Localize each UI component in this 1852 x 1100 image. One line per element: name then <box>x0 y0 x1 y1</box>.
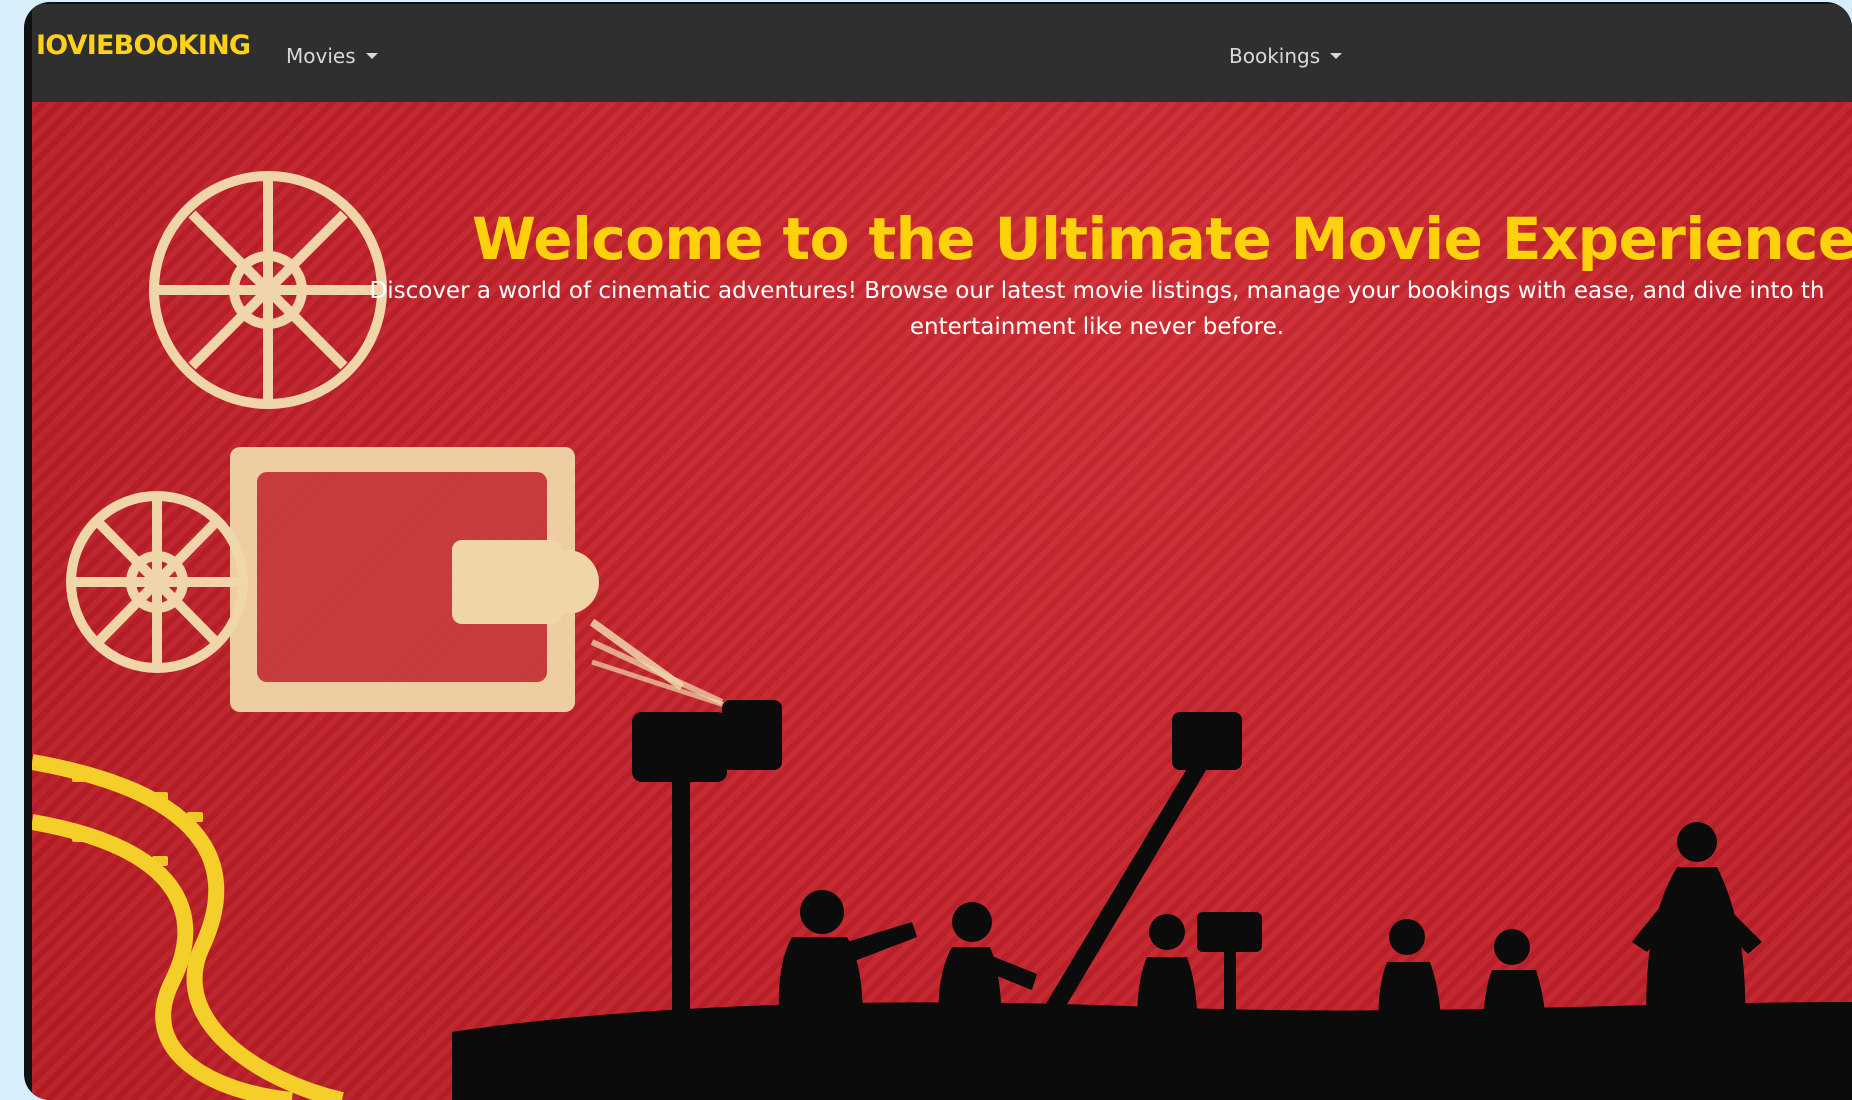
hero-subtitle: Discover a world of cinematic adventures… <box>322 273 1852 345</box>
navbar: IOVIEBOOKING Movies Bookings <box>32 4 1852 102</box>
nav-bookings-dropdown[interactable]: Bookings <box>1229 44 1343 68</box>
hero-title: Welcome to the Ultimate Movie Experience… <box>472 204 1852 273</box>
browser-frame: IOVIEBOOKING Movies Bookings Welcome to … <box>24 2 1852 1100</box>
film-crew-silhouette <box>452 700 1852 1100</box>
hero-subtitle-line-2: entertainment like never before. <box>909 314 1285 340</box>
caret-down-icon <box>365 53 378 59</box>
brand-logo[interactable]: IOVIEBOOKING <box>36 30 251 61</box>
film-strip-icon <box>32 754 344 1100</box>
caret-down-icon <box>1330 53 1343 59</box>
hero-subtitle-line-1: Discover a world of cinematic adventures… <box>369 278 1825 304</box>
nav-bookings-label: Bookings <box>1229 44 1321 68</box>
nav-movies-label: Movies <box>286 44 356 68</box>
hero-banner: Welcome to the Ultimate Movie Experience… <box>32 102 1852 1100</box>
nav-movies-dropdown[interactable]: Movies <box>286 44 378 68</box>
